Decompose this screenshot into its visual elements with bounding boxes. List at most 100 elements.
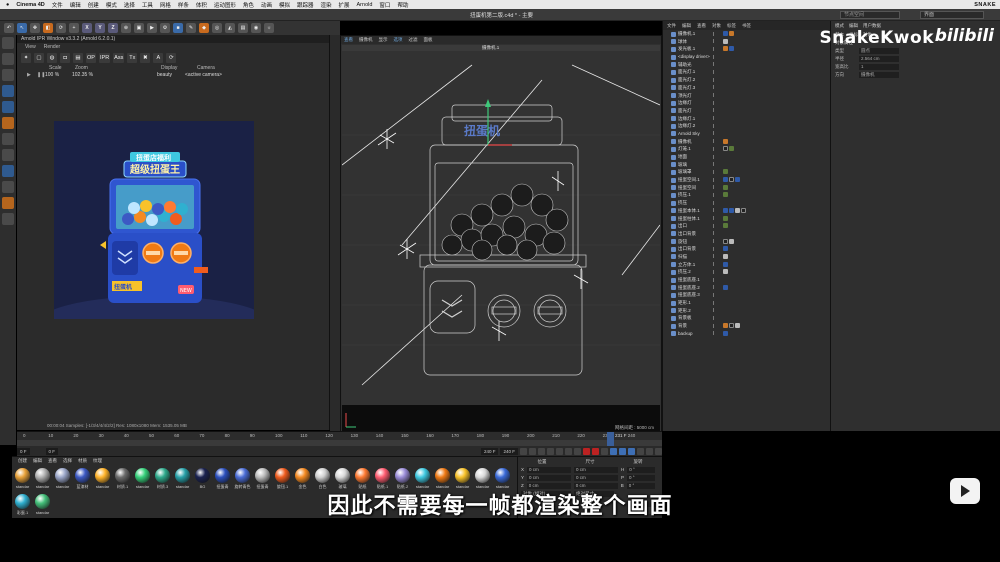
visibility-flags[interactable] — [713, 216, 723, 220]
menu-item[interactable]: 网格 — [160, 1, 171, 9]
param-key-icon[interactable] — [637, 447, 644, 455]
size-y-field[interactable]: 0 cm — [574, 475, 619, 481]
rot-p-field[interactable]: 0 ° — [627, 475, 656, 481]
paint-icon[interactable] — [2, 197, 14, 209]
tag-icon[interactable] — [729, 238, 734, 244]
tag-icon[interactable] — [723, 323, 728, 329]
object-row[interactable]: 发光板.1 — [663, 45, 830, 53]
attr-radius-field[interactable]: 2.564 cm — [859, 56, 899, 62]
autokey-icon[interactable] — [592, 447, 599, 455]
menu-item[interactable]: 扩展 — [339, 1, 350, 9]
object-row[interactable]: backup — [663, 330, 830, 338]
om-menu-tags[interactable]: 标签 — [727, 21, 736, 30]
ipr-save-icon[interactable]: ▤ — [73, 53, 83, 63]
mm-menu-select[interactable]: 选择 — [63, 457, 72, 465]
object-row[interactable]: 球体 — [663, 38, 830, 46]
om-menu-file[interactable]: 文件 — [667, 21, 676, 30]
object-row[interactable]: 挤压.2 — [663, 268, 830, 276]
play-icon[interactable] — [547, 447, 554, 455]
layout-selector[interactable]: 界面 — [920, 11, 984, 19]
scale-icon[interactable]: ◧ — [43, 23, 53, 33]
tag-icon[interactable] — [735, 323, 740, 329]
object-row[interactable]: 玻璃 — [663, 161, 830, 169]
visibility-flags[interactable] — [713, 39, 723, 44]
visibility-flags[interactable] — [713, 239, 723, 244]
visibility-flags[interactable] — [713, 62, 723, 67]
om-menu-edit[interactable]: 编辑 — [682, 21, 691, 30]
visibility-flags[interactable] — [713, 231, 723, 236]
tag-icon[interactable] — [741, 207, 746, 213]
visibility-flags[interactable] — [713, 85, 723, 90]
visibility-flags[interactable] — [713, 185, 723, 190]
next-key-icon[interactable] — [565, 447, 572, 455]
object-row[interactable]: 边缘灯.2 — [663, 122, 830, 130]
visibility-flags[interactable] — [713, 146, 723, 151]
tag-icon[interactable] — [723, 46, 728, 52]
tag-icon[interactable] — [723, 246, 728, 252]
visibility-flags[interactable] — [713, 315, 723, 320]
record-icon[interactable] — [583, 447, 590, 455]
visibility-flags[interactable] — [713, 262, 723, 267]
visibility-flags[interactable] — [713, 208, 723, 213]
mm-menu-create[interactable]: 创建 — [18, 457, 27, 465]
render-region-icon[interactable]: ▣ — [134, 23, 144, 33]
lock-icon[interactable] — [2, 181, 14, 193]
go-to-start-icon[interactable] — [520, 447, 527, 455]
menu-item[interactable]: 动画 — [261, 1, 272, 9]
tag-icon[interactable] — [723, 238, 728, 244]
ipr-tx-button[interactable]: Tx — [127, 53, 138, 63]
max-frame-field[interactable]: 240 F — [480, 447, 499, 455]
rot-h-field[interactable]: 0 ° — [627, 467, 656, 473]
model-mode-icon[interactable] — [2, 117, 14, 129]
visibility-flags[interactable] — [713, 54, 723, 59]
tag-icon[interactable] — [735, 207, 740, 213]
tag-icon[interactable] — [723, 38, 728, 44]
mm-menu-view[interactable]: 查看 — [48, 457, 57, 465]
object-row[interactable]: 面光灯.2 — [663, 76, 830, 84]
visibility-flags[interactable] — [713, 108, 723, 113]
visibility-flags[interactable] — [713, 77, 723, 82]
ipr-region-icon[interactable]: ▢ — [34, 53, 44, 63]
size-x-field[interactable]: 0 cm — [574, 467, 619, 473]
prev-frame-icon[interactable] — [538, 447, 545, 455]
object-row[interactable]: 扭蛋空间.1 — [663, 176, 830, 184]
x-axis-button[interactable]: X — [82, 23, 92, 33]
menu-item[interactable]: 选择 — [124, 1, 135, 9]
render-settings-icon[interactable]: ⚙ — [160, 23, 170, 33]
object-row[interactable]: 辅助光 — [663, 61, 830, 69]
visibility-flags[interactable] — [713, 292, 723, 297]
visibility-flags[interactable] — [713, 162, 723, 167]
visibility-flags[interactable] — [713, 154, 723, 159]
object-row[interactable]: 边缘灯.1 — [663, 115, 830, 123]
move-key-icon[interactable] — [610, 447, 617, 455]
visibility-flags[interactable] — [713, 46, 723, 51]
cloner-icon[interactable]: ◎ — [212, 23, 222, 33]
tag-icon[interactable] — [723, 261, 728, 267]
menu-item[interactable]: 渲染 — [320, 1, 331, 9]
object-row[interactable]: 玻璃罩 — [663, 168, 830, 176]
menu-item[interactable]: 运动图形 — [214, 1, 236, 9]
pos-x-field[interactable]: 0 cm — [527, 467, 572, 473]
object-row[interactable]: 旋钮 — [663, 238, 830, 246]
undo-icon[interactable]: ↶ — [4, 23, 14, 33]
tag-icon[interactable] — [723, 269, 728, 275]
tag-icon[interactable] — [723, 215, 728, 221]
visibility-flags[interactable] — [713, 200, 723, 205]
tag-icon[interactable] — [723, 184, 728, 190]
end-frame-field[interactable]: 240 F — [500, 447, 518, 455]
deformer-icon[interactable]: ◭ — [225, 23, 235, 33]
vp-menu-options[interactable]: 选项 — [394, 36, 403, 44]
menu-item[interactable]: 窗口 — [379, 1, 390, 9]
tag-icon[interactable] — [723, 223, 728, 229]
object-row[interactable]: 摄像机.1 — [663, 30, 830, 38]
visibility-flags[interactable] — [713, 223, 723, 228]
camera-icon[interactable]: ◉ — [251, 23, 261, 33]
visibility-flags[interactable] — [713, 192, 723, 197]
object-row[interactable]: 面光灯.3 — [663, 84, 830, 92]
menu-item[interactable]: 编辑 — [70, 1, 81, 9]
ipr-trash-icon[interactable]: ✖ — [140, 53, 151, 63]
visibility-flags[interactable] — [713, 31, 723, 36]
points-mode-icon[interactable] — [2, 69, 14, 81]
object-row[interactable]: <display driver> — [663, 53, 830, 61]
om-menu-view[interactable]: 查看 — [697, 21, 706, 30]
